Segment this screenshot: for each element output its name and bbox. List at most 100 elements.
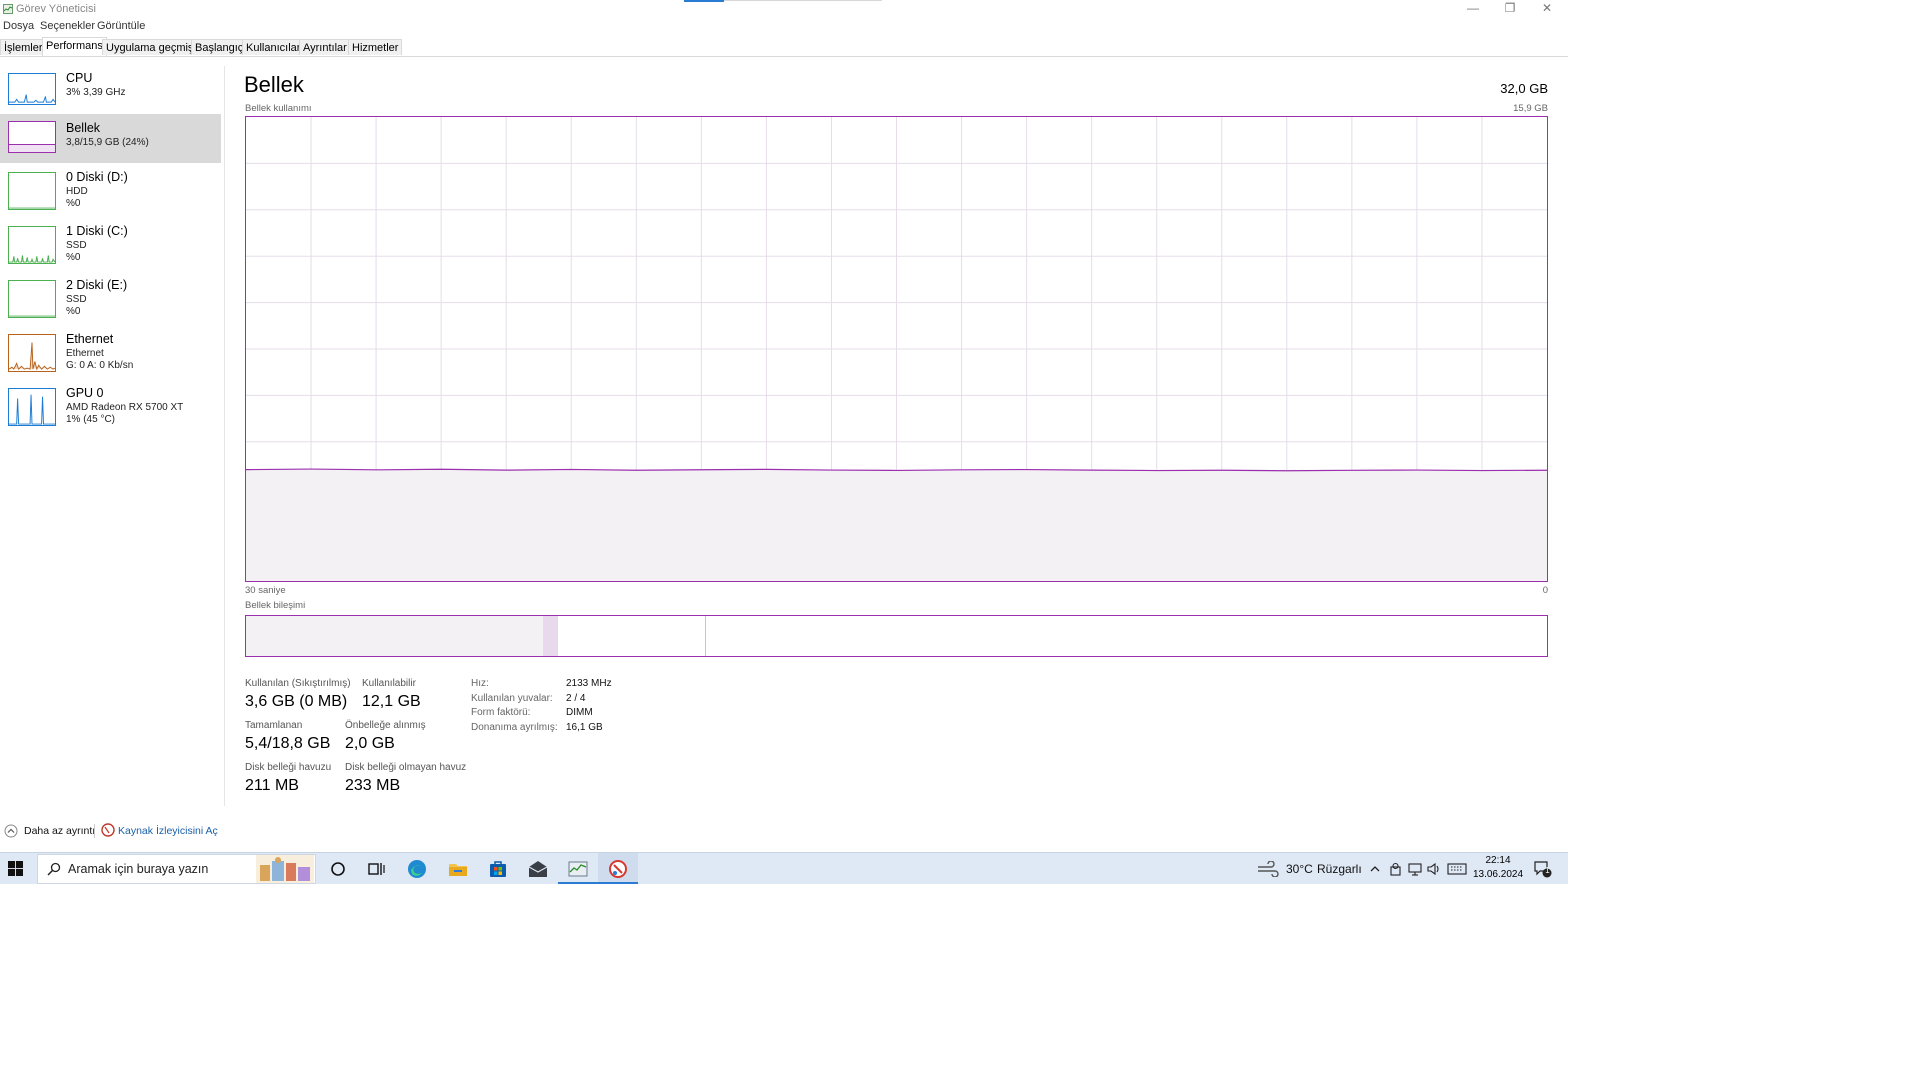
time-axis-start: 30 saniye	[245, 585, 286, 596]
taskbar-search-box[interactable]: Aramak için buraya yazın	[37, 854, 316, 884]
network-icon[interactable]	[1408, 862, 1422, 876]
resource-detail: SSD	[66, 294, 87, 305]
tab-performance[interactable]: Performans	[42, 37, 107, 56]
spec-label-form-factor: Form faktörü:	[471, 707, 531, 718]
menu-bar: Dosya Seçenekler Görüntüle	[0, 18, 1568, 36]
stat-label-available: Kullanılabilir	[362, 678, 416, 689]
composition-modified[interactable]	[542, 616, 560, 656]
resource-name: 2 Diski (E:)	[66, 278, 128, 292]
search-placeholder: Aramak için buraya yazın	[68, 862, 209, 876]
resource-item-memory[interactable]: Bellek 3,8/15,9 GB (24%)	[0, 114, 221, 163]
weather-temperature[interactable]: 30°C	[1286, 862, 1313, 876]
weather-description[interactable]: Rüzgarlı	[1317, 862, 1362, 876]
resource-detail: HDD	[66, 186, 88, 197]
stat-value-committed: 5,4/18,8 GB	[245, 735, 331, 752]
total-memory: 32,0 GB	[1500, 81, 1548, 96]
volume-icon[interactable]	[1427, 862, 1441, 876]
resource-detail: Ethernet	[66, 348, 104, 359]
spec-value-slots: 2 / 4	[566, 693, 586, 704]
chevron-up-icon[interactable]	[1369, 863, 1381, 875]
resource-item-disk-e[interactable]: 2 Diski (E:) SSD %0	[0, 274, 221, 326]
stat-value-in-use: 3,6 GB (0 MB)	[245, 693, 348, 710]
less-details-button[interactable]: Daha az ayrıntı	[24, 825, 95, 837]
search-highlight-illustration	[256, 855, 314, 883]
tab-processes[interactable]: İşlemler	[0, 39, 47, 55]
edge-icon[interactable]	[405, 857, 429, 881]
search-icon	[47, 862, 61, 876]
resource-name: Bellek	[66, 121, 101, 135]
resource-detail: SSD	[66, 240, 87, 251]
menu-file[interactable]: Dosya	[3, 20, 34, 32]
resource-detail-2: %0	[66, 198, 81, 209]
resource-monitor-icon[interactable]	[101, 823, 115, 837]
tab-details[interactable]: Ayrıntılar	[299, 39, 351, 55]
task-manager-icon	[3, 4, 13, 14]
cortana-icon[interactable]	[326, 857, 350, 881]
resource-item-ethernet[interactable]: Ethernet Ethernet G: 0 A: 0 Kb/sn	[0, 328, 221, 380]
clock-date[interactable]: 13.06.2024	[1470, 869, 1526, 880]
chevron-up-circle-icon[interactable]	[4, 824, 18, 838]
file-explorer-icon[interactable]	[446, 857, 470, 881]
spec-value-hardware-reserved: 16,1 GB	[566, 722, 603, 733]
usage-graph-max: 15,9 GB	[1513, 103, 1548, 114]
snipping-tool-icon[interactable]	[606, 857, 630, 881]
minimize-button[interactable]: —	[1455, 0, 1491, 18]
resource-item-disk-c[interactable]: 1 Diski (C:) SSD %0	[0, 220, 221, 272]
composition-label: Bellek bileşimi	[245, 600, 306, 611]
cpu-thumbnail-graph	[8, 73, 56, 105]
resource-name: Ethernet	[66, 332, 114, 346]
microsoft-store-icon[interactable]	[486, 857, 510, 881]
resource-detail: 3% 3,39 GHz	[66, 87, 126, 98]
open-resource-monitor-link[interactable]: Kaynak İzleyicisini Aç	[118, 825, 218, 837]
menu-options[interactable]: Seçenekler	[40, 20, 95, 32]
resource-detail-2: G: 0 A: 0 Kb/sn	[66, 360, 134, 371]
disk-thumbnail-graph	[8, 226, 56, 264]
tab-users[interactable]: Kullanıcılar	[242, 39, 305, 55]
task-manager-taskbar-icon[interactable]	[566, 857, 590, 881]
resource-item-disk-d[interactable]: 0 Diski (D:) HDD %0	[0, 166, 221, 218]
resource-name: GPU 0	[66, 386, 104, 400]
clock-time[interactable]: 22:14	[1476, 855, 1520, 866]
tab-app-history[interactable]: Uygulama geçmişi	[102, 39, 200, 55]
drag-indicator-track	[724, 0, 882, 1]
task-view-icon[interactable]	[364, 857, 388, 881]
memory-usage-graph	[245, 116, 1548, 582]
usage-graph-label: Bellek kullanımı	[245, 103, 312, 114]
restore-button[interactable]: ❐	[1492, 0, 1528, 18]
close-button[interactable]: ✕	[1529, 0, 1565, 18]
stat-label-in-use: Kullanılan (Sıkıştırılmış)	[245, 678, 351, 689]
resource-detail-2: 1% (45 °C)	[66, 414, 116, 425]
stat-value-cached: 2,0 GB	[345, 735, 395, 752]
tab-services[interactable]: Hizmetler	[348, 39, 403, 55]
security-icon[interactable]	[1389, 862, 1402, 876]
spec-label-slots: Kullanılan yuvalar:	[471, 693, 553, 704]
pane-divider[interactable]	[224, 66, 225, 806]
stat-label-cached: Önbelleğe alınmış	[345, 720, 426, 731]
resource-detail-2: %0	[66, 306, 81, 317]
disk-thumbnail-graph	[8, 172, 56, 210]
windows-start-icon[interactable]	[8, 861, 23, 876]
tab-startup[interactable]: Başlangıç	[191, 39, 248, 55]
wind-icon[interactable]	[1257, 861, 1279, 877]
spec-label-speed: Hız:	[471, 678, 489, 689]
footer-separator	[94, 824, 95, 838]
composition-standby[interactable]	[558, 616, 707, 656]
gpu-thumbnail-graph	[8, 388, 56, 426]
mail-icon[interactable]	[526, 857, 550, 881]
active-app-indicator	[558, 882, 598, 884]
keyboard-icon[interactable]	[1447, 862, 1467, 876]
tab-bar: İşlemler Performans Uygulama geçmişi Baş…	[0, 37, 1568, 57]
taskbar: Aramak için buraya yazın 30°C Rüzgarlı 2…	[0, 852, 1568, 884]
resource-name: CPU	[66, 71, 93, 85]
resource-item-cpu[interactable]: CPU 3% 3,39 GHz	[0, 66, 221, 112]
drag-indicator	[684, 0, 724, 2]
window-title: Görev Yöneticisi	[16, 3, 96, 15]
stat-label-nonpaged-pool: Disk belleği olmayan havuz	[345, 762, 467, 773]
stat-value-nonpaged-pool: 233 MB	[345, 777, 401, 794]
stat-value-available: 12,1 GB	[362, 693, 421, 710]
stat-label-committed: Tamamlanan	[245, 720, 303, 731]
resource-item-gpu[interactable]: GPU 0 AMD Radeon RX 5700 XT 1% (45 °C)	[0, 382, 221, 434]
composition-in-use[interactable]	[246, 616, 544, 656]
spec-value-form-factor: DIMM	[566, 707, 593, 718]
menu-view[interactable]: Görüntüle	[97, 20, 145, 32]
